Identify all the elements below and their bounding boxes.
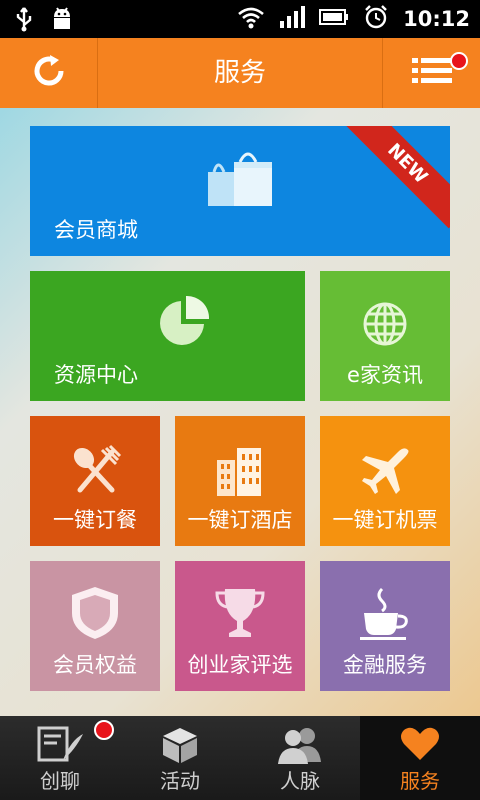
tab-chat[interactable]: 创聊 xyxy=(0,716,120,800)
tile-financial-services[interactable]: 金融服务 xyxy=(320,561,450,691)
tab-label: 活动 xyxy=(160,769,200,793)
wifi-icon xyxy=(237,5,265,33)
shopping-bags-icon xyxy=(206,148,276,214)
tab-label: 服务 xyxy=(400,769,440,793)
page-title: 服务 xyxy=(213,58,266,88)
status-clock: 10:12 xyxy=(403,7,470,31)
tab-label: 人脉 xyxy=(280,769,320,793)
tab-label: 创聊 xyxy=(40,769,80,793)
tile-label: 会员商城 xyxy=(54,218,138,242)
battery-icon xyxy=(319,7,349,31)
tile-order-hotel[interactable]: 一键订酒店 xyxy=(175,416,305,546)
new-badge: NEW xyxy=(342,126,450,229)
list-menu-icon xyxy=(411,56,452,90)
refresh-button[interactable] xyxy=(0,38,98,108)
tile-e-home-news[interactable]: e家资讯 xyxy=(320,271,450,401)
tile-label: e家资讯 xyxy=(347,363,423,387)
menu-button[interactable] xyxy=(382,38,480,108)
tile-label: 一键订餐 xyxy=(53,508,137,532)
tile-member-mall[interactable]: 会员商城 NEW xyxy=(30,126,450,256)
heart-icon xyxy=(400,726,440,767)
tile-label: 创业家评选 xyxy=(187,653,293,677)
tab-services[interactable]: 服务 xyxy=(360,716,480,800)
trophy-icon xyxy=(213,585,267,645)
tile-label: 一键订酒店 xyxy=(187,508,293,532)
tab-connections[interactable]: 人脉 xyxy=(240,716,360,800)
fork-spoon-icon xyxy=(68,444,122,502)
tile-label: 资源中心 xyxy=(54,363,138,387)
globe-icon xyxy=(362,301,408,351)
bottom-tab-bar: 创聊 活动 人脉 服务 xyxy=(0,716,480,800)
signal-icon xyxy=(279,5,306,33)
alarm-icon xyxy=(363,4,389,34)
service-grid: 会员商城 NEW 资源中心 e家资讯 一键订餐 一键订酒店 一键订机票 会员权益… xyxy=(0,108,480,716)
coffee-cup-icon xyxy=(358,585,412,645)
app-header: 服务 xyxy=(0,38,480,108)
chat-quill-icon xyxy=(35,726,85,767)
tile-member-rights[interactable]: 会员权益 xyxy=(30,561,160,691)
cube-icon xyxy=(160,726,200,769)
tile-label: 会员权益 xyxy=(53,653,137,677)
tile-order-meal[interactable]: 一键订餐 xyxy=(30,416,160,546)
buildings-icon xyxy=(213,444,267,502)
tile-label: 一键订机票 xyxy=(332,508,438,532)
usb-icon xyxy=(14,6,34,36)
tile-label: 金融服务 xyxy=(343,653,427,677)
android-debug-icon xyxy=(50,6,74,36)
tab-activities[interactable]: 活动 xyxy=(120,716,240,800)
people-icon xyxy=(275,726,325,769)
shield-icon xyxy=(68,585,122,645)
tile-order-flight[interactable]: 一键订机票 xyxy=(320,416,450,546)
pie-chart-icon xyxy=(156,293,212,353)
status-bar: 10:12 xyxy=(0,0,480,38)
tile-resource-center[interactable]: 资源中心 xyxy=(30,271,305,401)
refresh-icon xyxy=(31,53,67,93)
tile-entrepreneur-contest[interactable]: 创业家评选 xyxy=(175,561,305,691)
notification-dot xyxy=(450,52,468,70)
airplane-icon xyxy=(358,444,412,502)
notification-dot xyxy=(94,720,114,740)
